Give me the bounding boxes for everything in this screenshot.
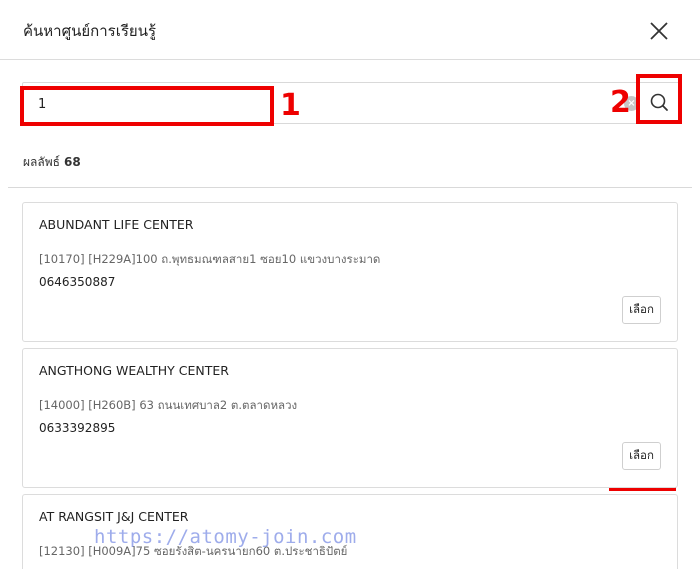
select-button[interactable]: เลือก xyxy=(622,296,661,324)
center-card: ANGTHONG WEALTHY CENTER [14000] [H260B] … xyxy=(22,348,678,488)
center-address: [10170] [H229A]100 ถ.พุทธมณฑลสาย1 ซอย10 … xyxy=(39,252,381,266)
center-name: ANGTHONG WEALTHY CENTER xyxy=(39,363,229,378)
close-button[interactable] xyxy=(646,18,672,44)
modal-title: ค้นหาศูนย์การเรียนรู้ xyxy=(23,22,157,40)
center-phone: 0646350887 xyxy=(39,275,116,289)
callout-number-1: 1 xyxy=(280,88,301,123)
results-label: ผลลัพธ์ xyxy=(23,155,60,169)
select-button[interactable]: เลือก xyxy=(622,442,661,470)
callout-number-2: 2 xyxy=(610,85,631,120)
close-icon xyxy=(650,22,668,40)
results-summary: ผลลัพธ์ 68 xyxy=(23,153,81,172)
callout-box-search-button xyxy=(636,74,682,124)
center-card: ABUNDANT LIFE CENTER [10170] [H229A]100 … xyxy=(22,202,678,342)
divider xyxy=(8,187,692,188)
results-count: 68 xyxy=(63,155,81,169)
callout-box-search-input xyxy=(20,86,274,126)
modal-header: ค้นหาศูนย์การเรียนรู้ xyxy=(0,0,700,60)
watermark: https://atomy-join.com xyxy=(94,526,357,548)
center-name: ABUNDANT LIFE CENTER xyxy=(39,217,194,232)
center-phone: 0633392895 xyxy=(39,421,116,435)
center-name: AT RANGSIT J&J CENTER xyxy=(39,509,189,524)
center-address: [14000] [H260B] 63 ถนนเทศบาล2 ต.ตลาดหลวง xyxy=(39,398,298,412)
